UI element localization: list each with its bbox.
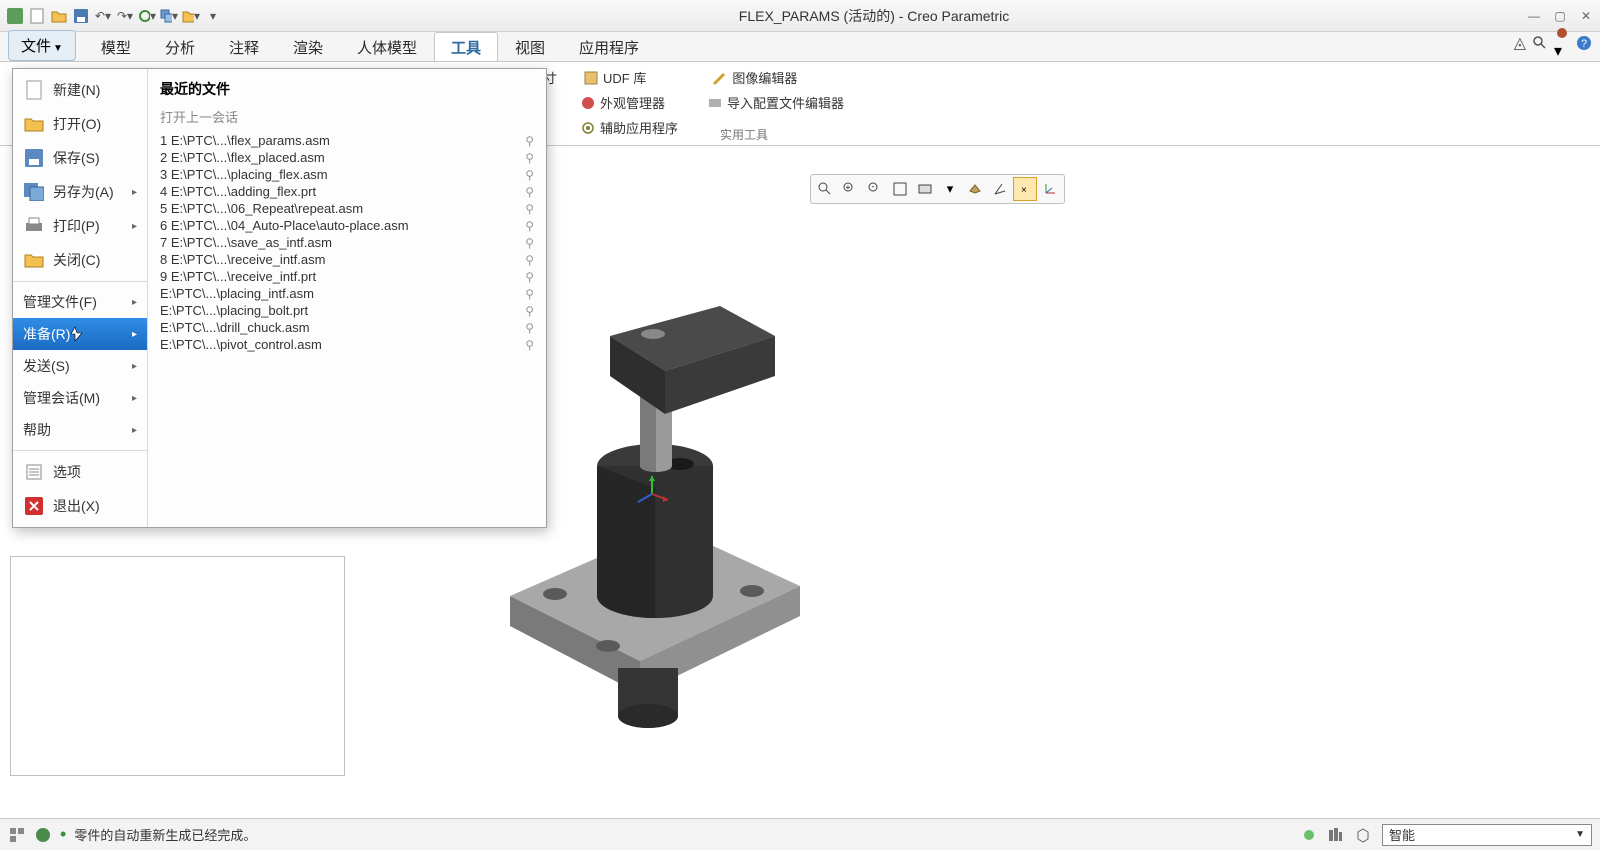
status-message: 零件的自动重新生成已经完成。 (74, 825, 256, 844)
new-icon[interactable] (28, 7, 46, 25)
status-dot-icon: • (60, 824, 66, 845)
file-manage-file[interactable]: 管理文件(F)▸ (13, 281, 147, 318)
saved-views-icon[interactable]: ▾ (938, 177, 962, 201)
svg-text:+: + (846, 183, 851, 192)
maximize-icon[interactable]: ▢ (1552, 8, 1568, 24)
folder-icon[interactable]: ▾ (182, 7, 200, 25)
zoom-fit-icon[interactable] (813, 177, 837, 201)
help-icon[interactable]: ? (1576, 35, 1592, 51)
status-icon-1[interactable] (8, 826, 26, 844)
tab-apps[interactable]: 应用程序 (562, 32, 656, 61)
file-help[interactable]: 帮助▸ (13, 414, 147, 446)
view-toolbar: + - ▾ × (810, 174, 1065, 204)
recent-file-item[interactable]: E:\PTC\...\placing_intf.asm⚲ (152, 285, 542, 302)
pin-icon[interactable]: ⚲ (525, 202, 534, 216)
search-icon[interactable] (1532, 35, 1548, 51)
pin-icon[interactable]: ⚲ (525, 338, 534, 352)
datum-axis-icon[interactable] (988, 177, 1012, 201)
file-options[interactable]: 选项 (13, 450, 147, 489)
file-menu: 新建(N) 打开(O) 保存(S) 另存为(A)▸ 打印(P)▸ 关闭(C) 管… (12, 68, 547, 528)
csys-icon[interactable] (1038, 177, 1062, 201)
status-light-icon (1302, 828, 1316, 842)
recent-file-item[interactable]: 5 E:\PTC\...\06_Repeat\repeat.asm⚲ (152, 200, 542, 217)
recent-file-item[interactable]: E:\PTC\...\drill_chuck.asm⚲ (152, 319, 542, 336)
svg-text:×: × (1021, 185, 1027, 196)
svg-text:?: ? (1581, 38, 1587, 50)
udf-library-button[interactable]: UDF 库 (579, 66, 650, 89)
recent-file-item[interactable]: 9 E:\PTC\...\receive_intf.prt⚲ (152, 268, 542, 285)
qat-dropdown-icon[interactable]: ▾ (204, 7, 222, 25)
image-editor-button[interactable]: 图像编辑器 (708, 66, 801, 89)
recent-file-item[interactable]: 6 E:\PTC\...\04_Auto-Place\auto-place.as… (152, 217, 542, 234)
file-tab[interactable]: 文件▼ (8, 30, 76, 61)
selection-filter[interactable]: 智能▼ (1382, 824, 1592, 846)
file-print[interactable]: 打印(P)▸ (13, 209, 147, 243)
recent-file-item[interactable]: 7 E:\PTC\...\save_as_intf.asm⚲ (152, 234, 542, 251)
pin-icon[interactable]: ⚲ (525, 321, 534, 335)
close-icon[interactable]: ✕ (1578, 8, 1594, 24)
redo-icon[interactable]: ↷▾ (116, 7, 134, 25)
status-building-icon[interactable] (1326, 826, 1344, 844)
disp-style-icon[interactable] (913, 177, 937, 201)
svg-text:-: - (872, 182, 875, 191)
datum-plane-icon[interactable] (963, 177, 987, 201)
pin-icon[interactable]: ⚲ (525, 287, 534, 301)
zoom-out-icon[interactable]: - (863, 177, 887, 201)
recent-file-item[interactable]: 4 E:\PTC\...\adding_flex.prt⚲ (152, 183, 542, 200)
pin-icon[interactable]: ⚲ (525, 270, 534, 284)
pin-icon[interactable]: ⚲ (525, 219, 534, 233)
appearance-mgr-button[interactable]: 外观管理器 (576, 91, 669, 114)
save-icon[interactable] (72, 7, 90, 25)
file-send[interactable]: 发送(S)▸ (13, 350, 147, 382)
app-icon (6, 7, 24, 25)
datum-point-icon[interactable]: × (1013, 177, 1037, 201)
file-manage-session[interactable]: 管理会话(M)▸ (13, 382, 147, 414)
pin-icon[interactable]: ⚲ (525, 185, 534, 199)
recent-file-item[interactable]: E:\PTC\...\pivot_control.asm⚲ (152, 336, 542, 353)
pin-icon[interactable]: ⚲ (525, 151, 534, 165)
tab-view[interactable]: 视图 (498, 32, 562, 61)
file-prepare[interactable]: 准备(R)▸ (13, 318, 147, 350)
pin-icon[interactable]: ⚲ (525, 168, 534, 182)
pin-icon[interactable]: ⚲ (525, 253, 534, 267)
recent-file-item[interactable]: E:\PTC\...\placing_bolt.prt⚲ (152, 302, 542, 319)
file-save[interactable]: 保存(S) (13, 141, 147, 175)
pin-icon[interactable]: ⚲ (525, 236, 534, 250)
tab-annotate[interactable]: 注释 (212, 32, 276, 61)
file-new[interactable]: 新建(N) (13, 73, 147, 107)
repaint-icon[interactable] (888, 177, 912, 201)
recent-file-item[interactable]: 1 E:\PTC\...\flex_params.asm⚲ (152, 132, 542, 149)
file-save-as[interactable]: 另存为(A)▸ (13, 175, 147, 209)
recent-files-title: 最近的文件 (152, 77, 542, 105)
pin-icon[interactable]: ⚲ (525, 304, 534, 318)
settings-icon[interactable]: ▾ (1554, 25, 1570, 61)
file-close[interactable]: 关闭(C) (13, 243, 147, 277)
minimize-icon[interactable]: — (1526, 8, 1542, 24)
aux-app-button[interactable]: 辅助应用程序 (576, 116, 682, 139)
windows-icon[interactable]: ▾ (160, 7, 178, 25)
zoom-in-icon[interactable]: + (838, 177, 862, 201)
recent-file-item[interactable]: 2 E:\PTC\...\flex_placed.asm⚲ (152, 149, 542, 166)
ribbon-group-label: 实用工具 (720, 126, 768, 143)
file-open[interactable]: 打开(O) (13, 107, 147, 141)
model-tree-panel[interactable] (10, 556, 345, 776)
pin-icon[interactable]: ⚲ (525, 134, 534, 148)
recent-file-item[interactable]: 8 E:\PTC\...\receive_intf.asm⚲ (152, 251, 542, 268)
undo-icon[interactable]: ↶▾ (94, 7, 112, 25)
regen-icon[interactable]: ▾ (138, 7, 156, 25)
file-exit[interactable]: 退出(X) (13, 489, 147, 523)
tab-model[interactable]: 模型 (84, 32, 148, 61)
recent-file-item[interactable]: 3 E:\PTC\...\placing_flex.asm⚲ (152, 166, 542, 183)
status-box-icon[interactable] (1354, 826, 1372, 844)
tab-tools[interactable]: 工具 (434, 32, 498, 61)
tab-manikin[interactable]: 人体模型 (340, 32, 434, 61)
recent-files-subtitle: 打开上一会话 (152, 105, 542, 132)
tab-analysis[interactable]: 分析 (148, 32, 212, 61)
import-config-button[interactable]: 导入配置文件编辑器 (703, 91, 848, 114)
ribbon-expand-icon[interactable]: ◬ (1514, 33, 1526, 53)
tab-render[interactable]: 渲染 (276, 32, 340, 61)
open-icon[interactable] (50, 7, 68, 25)
status-icon-2[interactable] (34, 826, 52, 844)
window-title: FLEX_PARAMS (活动的) - Creo Parametric (222, 6, 1526, 26)
